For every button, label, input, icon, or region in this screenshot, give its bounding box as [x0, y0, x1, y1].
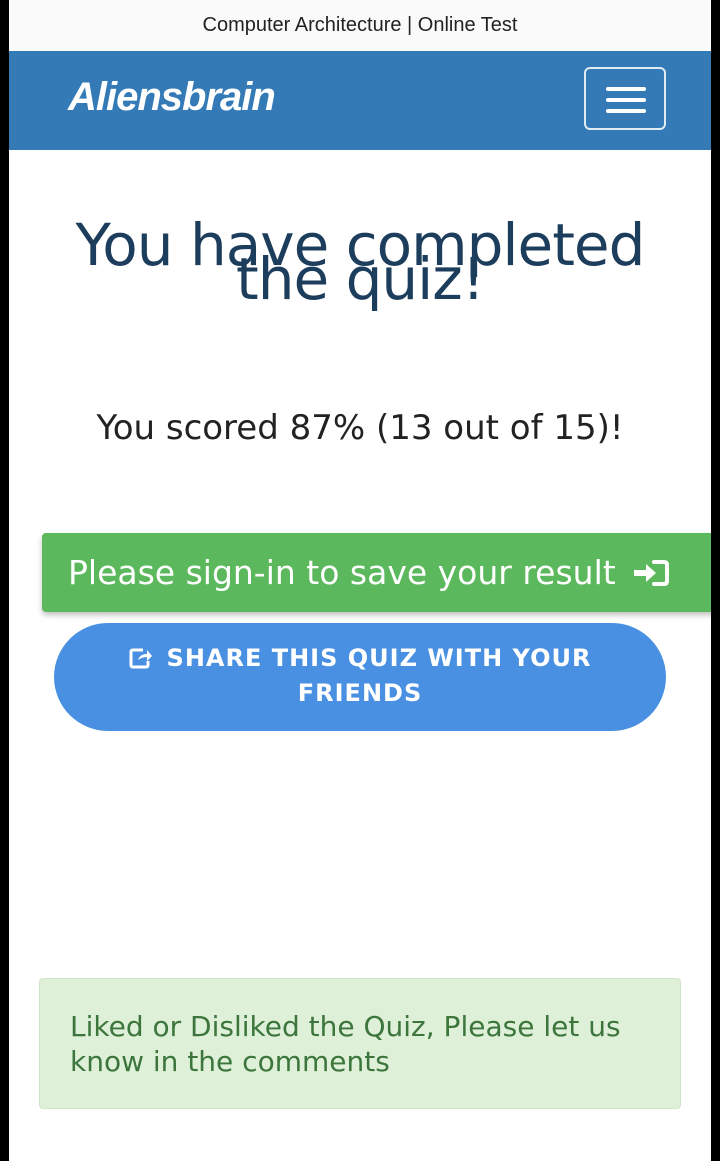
comments-notice: Liked or Disliked the Quiz, Please let u… — [39, 978, 681, 1109]
completion-heading-line-2: the quiz! — [235, 245, 485, 313]
score-text: You scored 87% (13 out of 15)! — [96, 408, 624, 448]
signin-save-result-button[interactable]: Please sign-in to save your result — [42, 533, 711, 612]
brand-logo-link[interactable]: Aliensbrain — [68, 75, 276, 120]
share-icon — [129, 648, 152, 669]
hamburger-menu-button[interactable] — [584, 67, 666, 130]
comments-notice-text: Liked or Disliked the Quiz, Please let u… — [70, 1010, 621, 1078]
navbar: Aliensbrain — [9, 51, 711, 150]
app-frame: Computer Architecture | Online Test Alie… — [9, 0, 711, 1161]
sign-in-icon — [633, 559, 669, 586]
completion-heading: You have completed the quiz! — [39, 216, 681, 308]
window-title: Computer Architecture | Online Test — [202, 14, 518, 36]
window-title-bar: Computer Architecture | Online Test — [9, 0, 711, 51]
hamburger-menu-icon-line-3 — [606, 109, 646, 113]
share-button-label: SHARE THIS QUIZ WITH YOUR FRIENDS — [166, 644, 592, 707]
share-quiz-button[interactable]: SHARE THIS QUIZ WITH YOUR FRIENDS — [54, 623, 666, 731]
hamburger-menu-icon-line-2 — [606, 98, 646, 102]
signin-button-label: Please sign-in to save your result — [68, 553, 616, 592]
hamburger-menu-icon — [606, 87, 646, 91]
